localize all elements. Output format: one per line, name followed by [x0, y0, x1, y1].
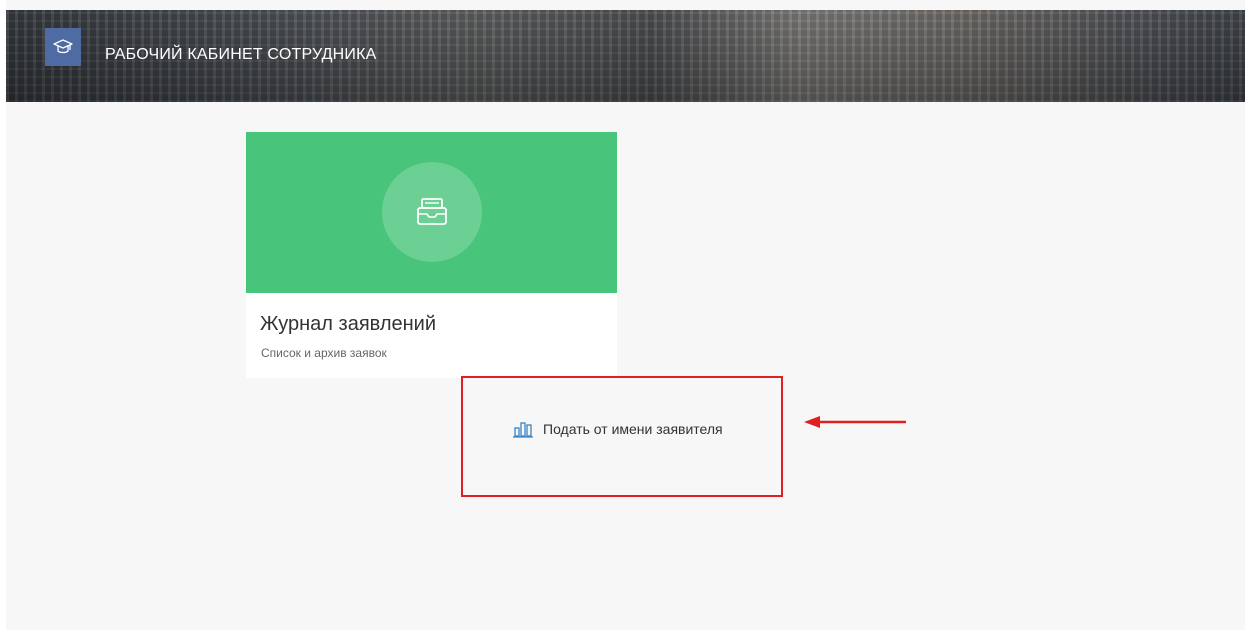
card-banner — [246, 132, 617, 293]
apply-on-behalf-link[interactable]: Подать от имени заявителя — [513, 420, 723, 438]
card-title: Журнал заявлений — [260, 313, 437, 335]
bar-chart-icon — [513, 420, 533, 438]
red-arrow-icon — [804, 416, 906, 428]
graduation-cap-icon — [53, 39, 73, 54]
header-title: РАБОЧИЙ КАБИНЕТ СОТРУДНИКА — [105, 46, 377, 63]
apply-on-behalf-label: Подать от имени заявителя — [543, 421, 723, 437]
logo-button[interactable] — [45, 28, 81, 66]
card-subtitle: Список и архив заявок — [261, 346, 387, 360]
inbox-tray-icon — [417, 198, 447, 225]
header-banner: РАБОЧИЙ КАБИНЕТ СОТРУДНИКА — [6, 10, 1245, 102]
applications-journal-card[interactable]: Журнал заявлений Список и архив заявок — [246, 132, 617, 378]
card-icon-circle — [382, 162, 482, 262]
